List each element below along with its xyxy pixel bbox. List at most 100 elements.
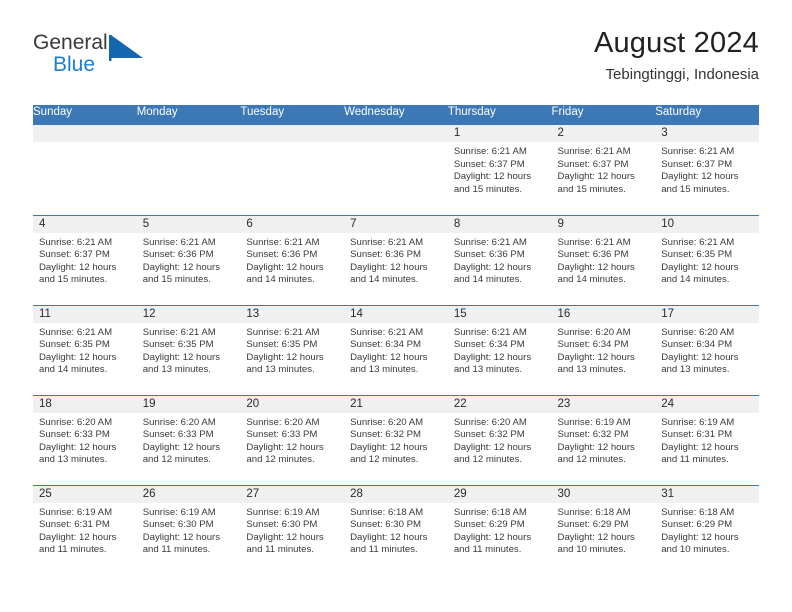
- sunrise-text: Sunrise: 6:18 AM: [557, 506, 631, 518]
- sunrise-text: Sunrise: 6:20 AM: [142, 416, 216, 428]
- sunrise-text: Sunrise: 6:21 AM: [453, 326, 527, 338]
- sunrise-text: Sunrise: 6:19 AM: [557, 416, 631, 428]
- sunset-text: Sunset: 6:30 PM: [246, 519, 318, 531]
- sun-info: Sunrise: 6:18 AM Sunset: 6:29 PM Daylight:…: [552, 503, 656, 557]
- day-cell-inner: 20 Sunrise: 6:20 AM Sunset: 6:33 PM Dayligh…: [240, 395, 345, 484]
- calendar-day-cell[interactable]: 10 Sunrise: 6:21 AM Sunset: 6:35 PM Dayligh…: [655, 214, 759, 305]
- calendar-day-cell[interactable]: 30 Sunrise: 6:18 AM Sunset: 6:29 PM Dayligh…: [551, 484, 656, 575]
- sunrise-text: Sunrise: 6:21 AM: [557, 146, 631, 157]
- brand-name-blue: Blue: [53, 53, 96, 76]
- daylight-text-line2: and 12 minutes.: [557, 454, 626, 466]
- calendar-day-cell[interactable]: 4 Sunrise: 6:21 AM Sunset: 6:37 PM Daylight…: [33, 214, 137, 305]
- sunrise-text: Sunrise: 6:20 AM: [246, 416, 320, 428]
- daylight-text-line1: Daylight: 12 hours: [246, 441, 324, 453]
- calendar-day-cell[interactable]: 3 Sunrise: 6:21 AM Sunset: 6:37 PM Daylight…: [655, 125, 759, 215]
- calendar-day-cell[interactable]: 7 Sunrise: 6:21 AM Sunset: 6:36 PM Daylight…: [344, 214, 448, 305]
- sunrise-text: Sunrise: 6:21 AM: [39, 326, 113, 338]
- day-cell-inner: 17 Sunrise: 6:20 AM Sunset: 6:34 PM Dayligh…: [655, 305, 759, 394]
- day-cell-inner: 12 Sunrise: 6:21 AM Sunset: 6:35 PM Dayligh…: [136, 305, 241, 394]
- sunrise-text: Sunrise: 6:19 AM: [39, 506, 113, 518]
- calendar-day-cell[interactable]: 6 Sunrise: 6:21 AM Sunset: 6:36 PM Daylight…: [240, 214, 345, 305]
- calendar-day-cell[interactable]: 22 Sunrise: 6:20 AM Sunset: 6:32 PM Dayligh…: [447, 394, 552, 485]
- calendar-grid: Sunday Monday Tuesday Wednesday Thursday…: [33, 105, 759, 575]
- sunrise-text: Sunrise: 6:21 AM: [350, 236, 424, 248]
- day-cell-inner: [344, 125, 448, 213]
- day-cell-inner: 3 Sunrise: 6:21 AM Sunset: 6:37 PM Daylight…: [655, 125, 759, 213]
- day-cell-inner: 26 Sunrise: 6:19 AM Sunset: 6:30 PM Dayligh…: [136, 485, 241, 574]
- sun-info: Sunrise: 6:21 AM Sunset: 6:37 PM Daylight:…: [33, 233, 137, 287]
- calendar-day-cell[interactable]: 23 Sunrise: 6:19 AM Sunset: 6:32 PM Dayligh…: [551, 394, 656, 485]
- sunset-text: Sunset: 6:30 PM: [142, 519, 214, 531]
- day-cell-inner: [33, 125, 137, 213]
- daylight-text-line1: Daylight: 12 hours: [142, 351, 221, 363]
- sunset-text: Sunset: 6:36 PM: [350, 249, 422, 261]
- calendar-day-cell[interactable]: 19 Sunrise: 6:20 AM Sunset: 6:33 PM Dayligh…: [136, 394, 241, 485]
- brand-logo[interactable]: General Blue: [33, 30, 153, 82]
- weekday-header-friday: Friday: [551, 105, 656, 125]
- sun-info: Sunrise: 6:21 AM Sunset: 6:35 PM Daylight:…: [240, 323, 344, 377]
- calendar-day-cell[interactable]: 13 Sunrise: 6:21 AM Sunset: 6:35 PM Dayligh…: [240, 304, 345, 395]
- calendar-day-cell[interactable]: 14 Sunrise: 6:21 AM Sunset: 6:34 PM Dayligh…: [344, 304, 448, 395]
- calendar-day-cell[interactable]: 18 Sunrise: 6:20 AM Sunset: 6:33 PM Dayligh…: [33, 394, 137, 485]
- sunrise-text: Sunrise: 6:21 AM: [39, 236, 113, 248]
- calendar-day-cell[interactable]: 27 Sunrise: 6:19 AM Sunset: 6:30 PM Dayligh…: [240, 484, 345, 575]
- sun-info: Sunrise: 6:19 AM Sunset: 6:31 PM Daylight:…: [33, 503, 137, 557]
- day-number: 31: [655, 485, 759, 503]
- calendar-day-cell[interactable]: 5 Sunrise: 6:21 AM Sunset: 6:36 PM Daylight…: [136, 214, 241, 305]
- calendar-day-cell[interactable]: 16 Sunrise: 6:20 AM Sunset: 6:34 PM Dayligh…: [551, 304, 656, 395]
- calendar-day-cell[interactable]: 20 Sunrise: 6:20 AM Sunset: 6:33 PM Dayligh…: [240, 394, 345, 485]
- calendar-day-cell[interactable]: 2 Sunrise: 6:21 AM Sunset: 6:37 PM Daylight…: [551, 125, 656, 215]
- daylight-text-line2: and 14 minutes.: [557, 274, 626, 286]
- daylight-text-line1: Daylight: 12 hours: [453, 531, 532, 543]
- calendar-week-row: 1 Sunrise: 6:21 AM Sunset: 6:37 PM Daylight…: [33, 125, 759, 215]
- calendar-day-cell[interactable]: 25 Sunrise: 6:19 AM Sunset: 6:31 PM Dayligh…: [33, 484, 137, 575]
- sunrise-text: Sunrise: 6:21 AM: [142, 326, 216, 338]
- calendar-day-cell[interactable]: 21 Sunrise: 6:20 AM Sunset: 6:32 PM Dayligh…: [344, 394, 448, 485]
- day-cell-inner: 14 Sunrise: 6:21 AM Sunset: 6:34 PM Dayligh…: [344, 305, 448, 394]
- day-cell-inner: 13 Sunrise: 6:21 AM Sunset: 6:35 PM Dayligh…: [240, 305, 345, 394]
- daylight-text-line1: Daylight: 12 hours: [142, 531, 221, 543]
- sunset-text: Sunset: 6:30 PM: [350, 519, 422, 531]
- daylight-text-line1: Daylight: 12 hours: [453, 171, 532, 183]
- daylight-text-line1: Daylight: 12 hours: [142, 261, 221, 273]
- day-number: 24: [655, 395, 759, 413]
- daylight-text-line1: Daylight: 12 hours: [350, 351, 428, 363]
- calendar-day-cell[interactable]: 28 Sunrise: 6:18 AM Sunset: 6:30 PM Dayligh…: [344, 484, 448, 575]
- sun-info: Sunrise: 6:20 AM Sunset: 6:33 PM Daylight:…: [33, 413, 137, 467]
- calendar-day-cell[interactable]: 9 Sunrise: 6:21 AM Sunset: 6:36 PM Daylight…: [551, 214, 656, 305]
- daylight-text-line2: and 15 minutes.: [39, 274, 108, 286]
- calendar-day-cell[interactable]: 31 Sunrise: 6:18 AM Sunset: 6:29 PM Dayligh…: [655, 484, 759, 575]
- weekday-header-tuesday: Tuesday: [240, 105, 345, 125]
- day-cell-inner: 19 Sunrise: 6:20 AM Sunset: 6:33 PM Dayligh…: [136, 395, 241, 484]
- sunset-text: Sunset: 6:32 PM: [557, 429, 629, 441]
- day-cell-inner: 29 Sunrise: 6:18 AM Sunset: 6:29 PM Dayligh…: [447, 485, 552, 574]
- day-cell-inner: 23 Sunrise: 6:19 AM Sunset: 6:32 PM Dayligh…: [551, 395, 656, 484]
- daylight-text-line1: Daylight: 12 hours: [246, 351, 324, 363]
- daylight-text-line2: and 14 minutes.: [350, 274, 419, 286]
- day-cell-inner: 18 Sunrise: 6:20 AM Sunset: 6:33 PM Dayligh…: [33, 395, 137, 484]
- calendar-day-cell[interactable]: 29 Sunrise: 6:18 AM Sunset: 6:29 PM Dayligh…: [447, 484, 552, 575]
- calendar-page: General Blue August 2024 Tebingtinggi, I…: [0, 0, 792, 612]
- day-cell-inner: 21 Sunrise: 6:20 AM Sunset: 6:32 PM Dayligh…: [344, 395, 448, 484]
- sunset-text: Sunset: 6:29 PM: [661, 519, 733, 531]
- calendar-day-cell[interactable]: 11 Sunrise: 6:21 AM Sunset: 6:35 PM Dayligh…: [33, 304, 137, 395]
- sunrise-text: Sunrise: 6:18 AM: [350, 506, 424, 518]
- sun-info: Sunrise: 6:20 AM Sunset: 6:34 PM Daylight:…: [655, 323, 759, 377]
- calendar-day-cell[interactable]: 8 Sunrise: 6:21 AM Sunset: 6:36 PM Daylight…: [447, 214, 552, 305]
- daylight-text-line2: and 13 minutes.: [661, 364, 730, 376]
- calendar-day-cell[interactable]: 17 Sunrise: 6:20 AM Sunset: 6:34 PM Dayligh…: [655, 304, 759, 395]
- sun-info: Sunrise: 6:21 AM Sunset: 6:36 PM Daylight:…: [552, 233, 656, 287]
- daylight-text-line1: Daylight: 12 hours: [557, 441, 635, 453]
- calendar-day-cell[interactable]: 12 Sunrise: 6:21 AM Sunset: 6:35 PM Dayligh…: [136, 304, 241, 395]
- day-number: 8: [447, 215, 552, 233]
- calendar-week-row: 4 Sunrise: 6:21 AM Sunset: 6:37 PM Daylight…: [33, 214, 759, 305]
- sun-info: Sunrise: 6:21 AM Sunset: 6:36 PM Daylight:…: [137, 233, 241, 287]
- calendar-day-cell[interactable]: 24 Sunrise: 6:19 AM Sunset: 6:31 PM Dayligh…: [655, 394, 759, 485]
- calendar-day-cell[interactable]: 26 Sunrise: 6:19 AM Sunset: 6:30 PM Dayligh…: [136, 484, 241, 575]
- daylight-text-line1: Daylight: 12 hours: [246, 531, 324, 543]
- calendar-day-cell[interactable]: 15 Sunrise: 6:21 AM Sunset: 6:34 PM Dayligh…: [447, 304, 552, 395]
- daylight-text-line1: Daylight: 12 hours: [661, 441, 739, 453]
- calendar-day-cell[interactable]: 1 Sunrise: 6:21 AM Sunset: 6:37 PM Daylight…: [447, 125, 552, 215]
- daylight-text-line2: and 13 minutes.: [453, 364, 523, 376]
- sunset-text: Sunset: 6:35 PM: [246, 339, 318, 351]
